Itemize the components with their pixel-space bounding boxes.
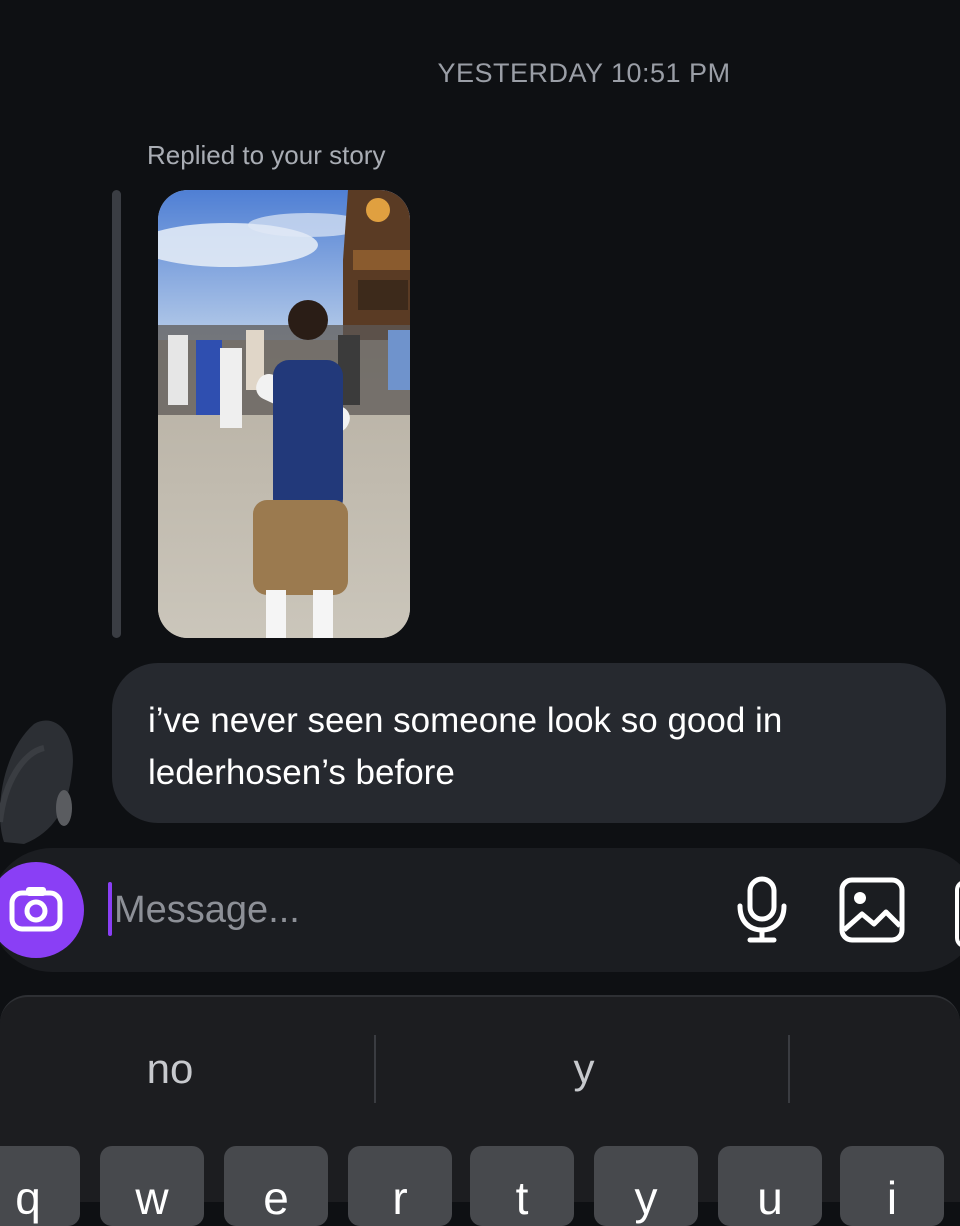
message-timestamp: YESTERDAY 10:51 PM — [437, 58, 731, 88]
microphone-icon — [732, 876, 792, 948]
story-photo — [158, 190, 410, 638]
key-e[interactable]: e — [224, 1146, 328, 1226]
sticker-button[interactable] — [955, 880, 960, 948]
key-t[interactable]: t — [470, 1146, 574, 1226]
voice-message-button[interactable] — [732, 876, 792, 944]
camera-icon — [9, 884, 63, 937]
message-input[interactable] — [114, 880, 694, 940]
key-i[interactable]: i — [840, 1146, 944, 1226]
story-thumbnail[interactable] — [158, 190, 410, 638]
suggestion-divider — [788, 1035, 790, 1103]
received-message-bubble[interactable]: i’ve never seen someone look so good in … — [112, 663, 946, 823]
story-reply-label: Replied to your story — [147, 140, 386, 170]
suggestion-divider — [374, 1035, 376, 1103]
key-q[interactable]: q — [0, 1146, 80, 1226]
sender-avatar[interactable] — [0, 712, 78, 844]
reply-indicator-bar — [112, 190, 121, 638]
text-caret — [108, 882, 112, 936]
suggestion-2[interactable]: y — [394, 1045, 774, 1093]
key-y[interactable]: y — [594, 1146, 698, 1226]
key-u[interactable]: u — [718, 1146, 822, 1226]
message-text: i’ve never seen someone look so good in … — [148, 701, 783, 792]
key-r[interactable]: r — [348, 1146, 452, 1226]
gallery-icon — [838, 877, 906, 948]
gallery-button[interactable] — [838, 876, 906, 944]
key-w[interactable]: w — [100, 1146, 204, 1226]
suggestion-1[interactable]: no — [0, 1045, 360, 1093]
